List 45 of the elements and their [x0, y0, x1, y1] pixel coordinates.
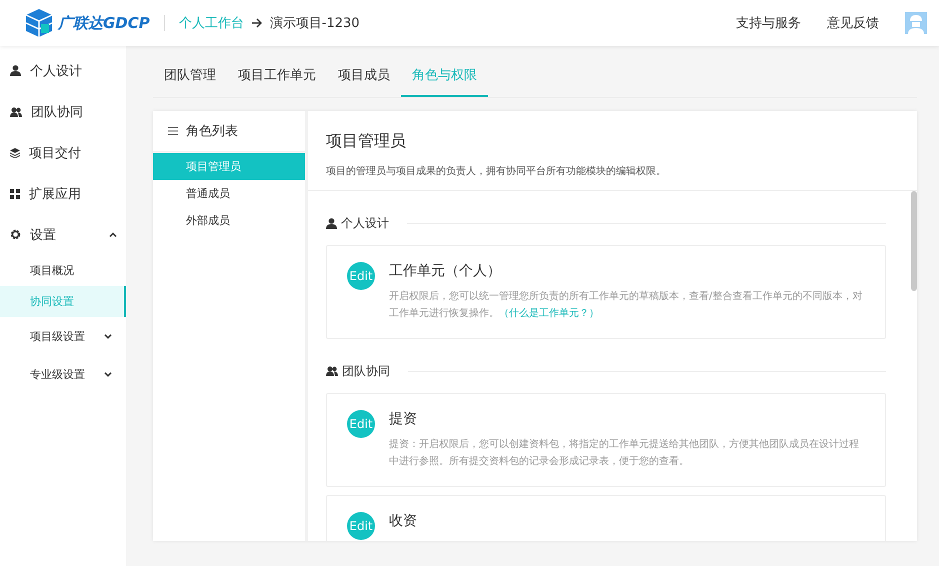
- tab[interactable]: 项目成员: [327, 66, 401, 97]
- permission-description: 开启权限后，您可以统一管理您所负责的所有工作单元的草稿版本，查看/整合查看工作单元的不同版本，对工作单元进行恢复操作。（什么是工作单元？）: [389, 290, 864, 321]
- header-link[interactable]: 意见反馈: [827, 14, 879, 32]
- role-item[interactable]: 外部成员: [153, 207, 305, 234]
- tab[interactable]: 项目工作单元: [227, 66, 327, 97]
- chevron-up-icon: [109, 232, 117, 237]
- role-description: 项目的管理员与项目成果的负责人，拥有协同平台所有功能模块的编辑权限。: [326, 164, 667, 178]
- sidebar-subitem[interactable]: 项目概况: [0, 255, 126, 286]
- settings-icon: [10, 229, 21, 240]
- sidebar-subitem[interactable]: 专业级设置: [0, 355, 126, 393]
- chevron-down-icon: [104, 334, 112, 338]
- chevron-down-icon: [104, 372, 112, 376]
- people-icon: [10, 106, 22, 116]
- avatar-icon: [905, 12, 927, 34]
- section-title: 团队协同: [342, 362, 390, 380]
- person-icon: [326, 218, 337, 228]
- sidebar-item[interactable]: 扩展应用: [0, 173, 126, 214]
- role-title: 项目管理员: [326, 131, 407, 152]
- layers-icon: [10, 148, 20, 158]
- sidebar-item[interactable]: 设置: [0, 214, 126, 255]
- permission-description: 提资：开启权限后，您可以创建资料包，将指定的工作单元提送给其他团队，方便其他团队成员在设计过程中进行参照。所有提交资料包的记录会形成记录表，便于您的查看。: [389, 438, 860, 469]
- scrollbar-thumb[interactable]: [911, 191, 917, 291]
- permission-title: 提资: [389, 410, 418, 428]
- header-link[interactable]: 支持与服务: [736, 14, 801, 32]
- edit-badge: Edit: [347, 262, 375, 290]
- person-icon: [10, 65, 21, 76]
- edit-badge: Edit: [347, 410, 375, 438]
- sidebar-subitem[interactable]: 项目级设置: [0, 317, 126, 355]
- panel-title: 角色列表: [186, 123, 238, 140]
- arrow-right-icon: [252, 18, 262, 28]
- edit-badge: Edit: [347, 512, 375, 540]
- section-title: 个人设计: [341, 214, 389, 232]
- logo-text: 广联达GDCP: [58, 14, 150, 32]
- permission-title: 工作单元（个人）: [389, 262, 502, 280]
- sidebar-item[interactable]: 个人设计: [0, 50, 126, 91]
- breadcrumb-item: 演示项目-1230: [270, 15, 360, 32]
- role-item[interactable]: 普通成员: [153, 180, 305, 207]
- people-icon: [326, 366, 338, 376]
- sidebar-item[interactable]: 项目交付: [0, 132, 126, 173]
- cube-logo-icon: [24, 8, 54, 38]
- sidebar-item[interactable]: 团队协同: [0, 91, 126, 132]
- menu-icon: [168, 127, 178, 135]
- tab[interactable]: 团队管理: [153, 66, 227, 97]
- permission-title: 收资: [389, 512, 417, 530]
- grid-icon: [10, 188, 20, 198]
